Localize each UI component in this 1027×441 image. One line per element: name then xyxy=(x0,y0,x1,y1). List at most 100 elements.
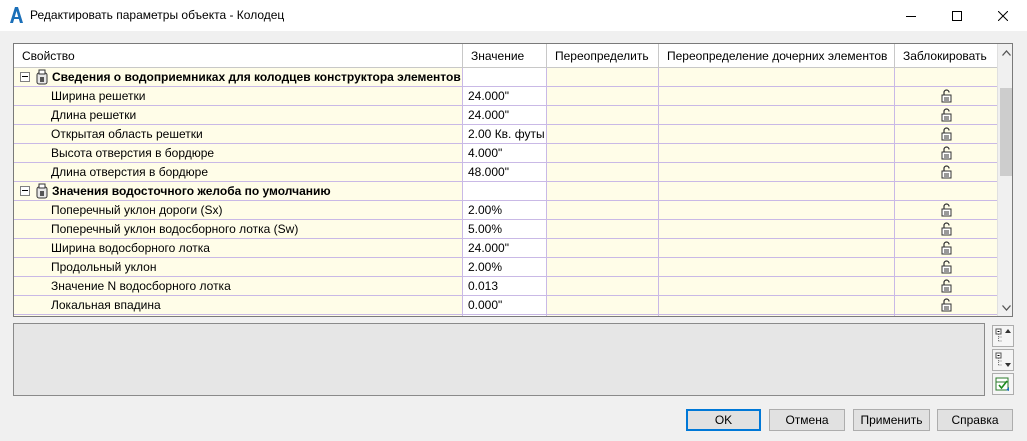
property-cell: Открытая область решетки xyxy=(14,125,463,143)
lock-cell[interactable] xyxy=(895,258,998,276)
expand-all-button[interactable] xyxy=(992,325,1014,347)
lock-cell[interactable] xyxy=(895,144,998,162)
override-cell[interactable] xyxy=(547,239,659,257)
child-override-cell[interactable] xyxy=(659,87,895,105)
value-cell[interactable]: 0.013 xyxy=(463,277,547,295)
property-row[interactable]: Продольный уклон 2.00% xyxy=(14,258,998,277)
ok-button[interactable]: OK xyxy=(686,409,761,431)
column-header-property[interactable]: Свойство xyxy=(14,44,463,68)
lock-cell[interactable] xyxy=(895,277,998,295)
child-override-cell[interactable] xyxy=(659,258,895,276)
unlocked-lock-icon[interactable] xyxy=(941,165,952,179)
scroll-thumb[interactable] xyxy=(1000,88,1012,176)
unlocked-lock-icon[interactable] xyxy=(941,203,952,217)
child-override-cell[interactable] xyxy=(659,106,895,124)
group-lock-cell xyxy=(895,68,998,86)
group-row-inlet-info[interactable]: Сведения о водоприемниках для колодцев к… xyxy=(14,68,998,87)
property-row[interactable]: Высота отверстия в бордюре 4.000" xyxy=(14,144,998,163)
unlocked-lock-icon[interactable] xyxy=(941,279,952,293)
child-override-cell[interactable] xyxy=(659,277,895,295)
lock-cell[interactable] xyxy=(895,106,998,124)
override-cell[interactable] xyxy=(547,315,659,316)
column-header-value[interactable]: Значение xyxy=(463,44,547,68)
lock-cell[interactable] xyxy=(895,201,998,219)
collapse-icon[interactable] xyxy=(20,72,30,82)
maximize-button[interactable] xyxy=(934,0,980,31)
value-cell[interactable]: 24.000" xyxy=(463,87,547,105)
override-cell[interactable] xyxy=(547,125,659,143)
lock-cell[interactable] xyxy=(895,163,998,181)
value-cell[interactable] xyxy=(463,315,547,316)
collapse-icon[interactable] xyxy=(20,186,30,196)
child-override-cell[interactable] xyxy=(659,220,895,238)
property-row[interactable]: Поперечный уклон водосборного лотка (Sw)… xyxy=(14,220,998,239)
check-values-button[interactable] xyxy=(992,373,1014,395)
value-cell[interactable]: 48.000" xyxy=(463,163,547,181)
value-cell[interactable]: 4.000" xyxy=(463,144,547,162)
child-override-cell[interactable] xyxy=(659,239,895,257)
lock-cell[interactable] xyxy=(895,87,998,105)
override-cell[interactable] xyxy=(547,144,659,162)
column-header-child-override[interactable]: Переопределение дочерних элементов xyxy=(659,44,895,68)
value-cell[interactable]: 24.000" xyxy=(463,106,547,124)
child-override-cell[interactable] xyxy=(659,144,895,162)
override-cell[interactable] xyxy=(547,296,659,314)
unlocked-lock-icon[interactable] xyxy=(941,222,952,236)
property-row[interactable]: Поперечный уклон дороги (Sx) 2.00% xyxy=(14,201,998,220)
vertical-scrollbar[interactable] xyxy=(997,44,1012,316)
child-override-cell[interactable] xyxy=(659,163,895,181)
apply-button[interactable]: Применить xyxy=(853,409,930,431)
override-cell[interactable] xyxy=(547,277,659,295)
override-cell[interactable] xyxy=(547,106,659,124)
override-cell[interactable] xyxy=(547,258,659,276)
override-cell[interactable] xyxy=(547,201,659,219)
column-header-lock[interactable]: Заблокировать xyxy=(895,44,998,68)
property-label: Поперечный уклон водосборного лотка (Sw) xyxy=(51,222,299,236)
value-cell[interactable]: 2.00 Кв. футы xyxy=(463,125,547,143)
property-row[interactable]: Открытая область решетки 2.00 Кв. футы xyxy=(14,125,998,144)
unlocked-lock-icon[interactable] xyxy=(941,146,952,160)
value-cell[interactable]: 2.00% xyxy=(463,258,547,276)
lock-cell[interactable] xyxy=(895,125,998,143)
unlocked-lock-icon[interactable] xyxy=(941,89,952,103)
override-cell[interactable] xyxy=(547,87,659,105)
unlocked-lock-icon[interactable] xyxy=(941,127,952,141)
property-row[interactable]: Ширина решетки 24.000" xyxy=(14,87,998,106)
lock-cell[interactable] xyxy=(895,296,998,314)
unlocked-lock-icon[interactable] xyxy=(941,260,952,274)
override-cell[interactable] xyxy=(547,220,659,238)
child-override-cell[interactable] xyxy=(659,125,895,143)
property-row[interactable]: Длина решетки 24.000" xyxy=(14,106,998,125)
chevron-up-icon xyxy=(1001,49,1011,56)
help-button[interactable]: Справка xyxy=(937,409,1013,431)
lock-cell[interactable] xyxy=(895,220,998,238)
property-row[interactable] xyxy=(14,315,998,316)
lock-cell[interactable] xyxy=(895,315,998,316)
unlocked-lock-icon[interactable] xyxy=(941,108,952,122)
collapse-all-button[interactable] xyxy=(992,349,1014,371)
child-override-cell[interactable] xyxy=(659,315,895,316)
property-grid[interactable]: Свойство Значение Переопределить Переопр… xyxy=(13,43,1013,317)
child-override-cell[interactable] xyxy=(659,201,895,219)
value-cell[interactable]: 0.000" xyxy=(463,296,547,314)
property-row[interactable]: Локальная впадина 0.000" xyxy=(14,296,998,315)
close-button[interactable] xyxy=(980,0,1026,31)
cancel-button[interactable]: Отмена xyxy=(769,409,845,431)
unlocked-lock-icon[interactable] xyxy=(941,241,952,255)
column-header-override[interactable]: Переопределить xyxy=(547,44,659,68)
property-row[interactable]: Значение N водосборного лотка 0.013 xyxy=(14,277,998,296)
minimize-button[interactable] xyxy=(888,0,934,31)
scroll-up-button[interactable] xyxy=(998,44,1012,61)
property-row[interactable]: Ширина водосборного лотка 24.000" xyxy=(14,239,998,258)
value-cell[interactable]: 5.00% xyxy=(463,220,547,238)
scroll-down-button[interactable] xyxy=(998,299,1012,316)
override-cell[interactable] xyxy=(547,163,659,181)
value-cell[interactable]: 24.000" xyxy=(463,239,547,257)
group-row-gutter-defaults[interactable]: Значения водосточного желоба по умолчани… xyxy=(14,182,998,201)
child-override-cell[interactable] xyxy=(659,296,895,314)
unlocked-lock-icon[interactable] xyxy=(941,298,952,312)
property-row[interactable]: Длина отверстия в бордюре 48.000" xyxy=(14,163,998,182)
property-label: Длина отверстия в бордюре xyxy=(51,165,208,179)
value-cell[interactable]: 2.00% xyxy=(463,201,547,219)
lock-cell[interactable] xyxy=(895,239,998,257)
